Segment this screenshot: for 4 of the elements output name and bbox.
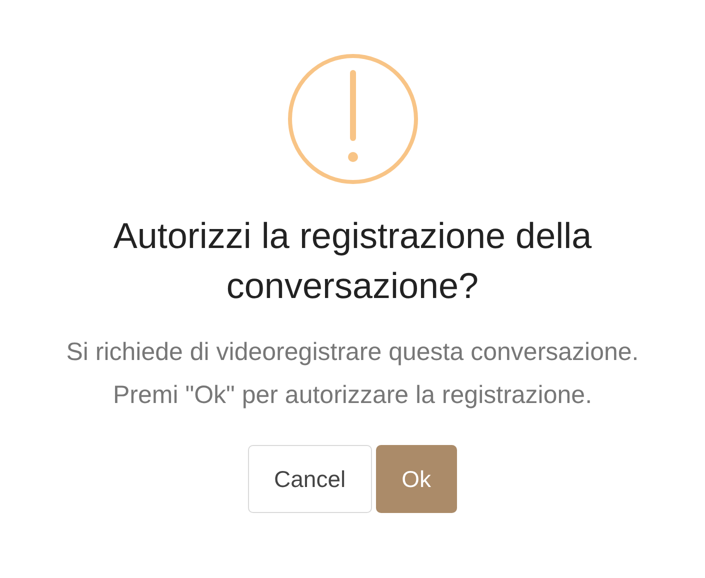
dialog-message: Si richiede di videoregistrare questa conversazione. Premi "Ok" per autorizzare la registrazione. — [65, 337, 640, 411]
warning-icon — [286, 53, 418, 185]
dialog-title: Autorizzi la registrazione della conversazione? — [112, 214, 593, 308]
cancel-button[interactable]: Cancel — [248, 445, 372, 513]
